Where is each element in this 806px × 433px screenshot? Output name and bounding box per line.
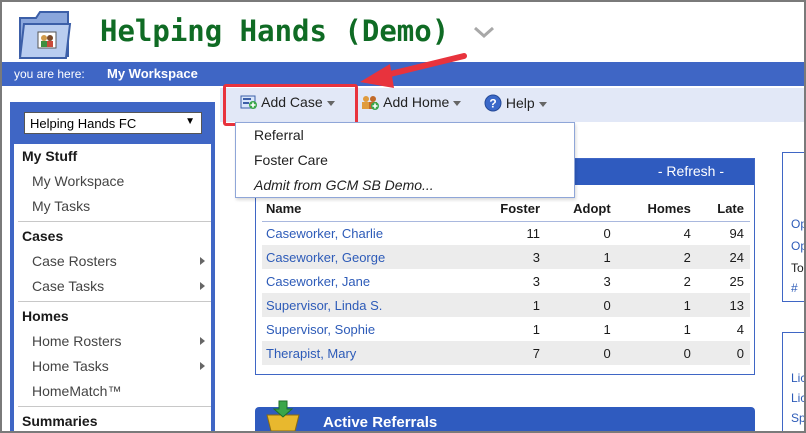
table-cell: 4 <box>736 321 744 337</box>
worker-link[interactable]: Caseworker, Charlie <box>262 221 472 245</box>
worker-link[interactable]: Caseworker, George <box>262 245 472 269</box>
table-row: Caseworker, George 3 1 2 24 <box>262 245 750 269</box>
submenu-arrow-icon <box>200 257 205 265</box>
refresh-link[interactable]: - Refresh - <box>658 163 724 179</box>
table-cell: 3 <box>532 273 541 289</box>
table-cell: 11 <box>526 225 541 241</box>
table-cell: 2 <box>683 273 691 289</box>
widget-link[interactable]: Op <box>791 217 804 231</box>
right-widget-top: Op Op To # <box>782 152 804 302</box>
organization-select[interactable]: Helping Hands FC ▼ <box>24 112 202 134</box>
caret-down-icon <box>538 101 547 107</box>
caseload-table: Name Foster Adopt Homes Late Caseworker,… <box>262 197 750 365</box>
table-cell: 1 <box>603 321 611 337</box>
sidebar-item-homematch[interactable]: HomeMatch™ <box>32 383 121 399</box>
table-cell: 13 <box>696 293 750 317</box>
sidebar-menu: My Stuff My Workspace My Tasks Cases Cas… <box>14 144 211 431</box>
widget-link[interactable]: # <box>791 281 798 295</box>
widget-link[interactable]: Sp <box>791 411 804 425</box>
widget-link[interactable]: Lic <box>791 391 804 405</box>
sidebar-item-home-tasks[interactable]: Home Tasks <box>32 358 109 374</box>
divider <box>18 301 211 302</box>
menu-item-admit-from-gcm[interactable]: Admit from GCM SB Demo... <box>254 177 434 193</box>
table-header-row: Name Foster Adopt Homes Late <box>262 197 750 222</box>
table-row: Supervisor, Sophie 1 1 1 4 <box>262 317 750 341</box>
submenu-arrow-icon <box>200 282 205 290</box>
table-cell: 4 <box>683 225 691 241</box>
section-cases: Cases <box>22 228 64 244</box>
table-cell: 25 <box>729 273 744 289</box>
table-cell: 0 <box>616 341 697 365</box>
table-row: Caseworker, Charlie 11 0 4 94 <box>262 221 750 245</box>
submenu-arrow-icon <box>200 337 205 345</box>
table-row: Caseworker, Jane 3 3 2 25 <box>262 269 750 293</box>
column-header[interactable]: Homes <box>616 197 697 222</box>
widget-link[interactable]: Op <box>791 239 804 253</box>
column-header[interactable]: Adopt <box>546 197 617 222</box>
divider <box>18 406 211 407</box>
sidebar-item-case-tasks[interactable]: Case Tasks <box>32 278 104 294</box>
chevron-down-icon[interactable] <box>472 24 496 40</box>
sidebar-item-home-rosters[interactable]: Home Rosters <box>32 333 121 349</box>
worker-link[interactable]: Therapist, Mary <box>262 341 472 365</box>
table-row: Supervisor, Linda S. 1 0 1 13 <box>262 293 750 317</box>
select-arrow-icon: ▼ <box>185 116 195 127</box>
folder-people-icon <box>18 11 72 59</box>
menu-item-referral[interactable]: Referral <box>254 127 304 143</box>
table-cell: 1 <box>532 321 541 337</box>
section-my-stuff: My Stuff <box>22 148 78 164</box>
table-cell: 1 <box>546 245 617 269</box>
table-cell: 7 <box>471 341 547 365</box>
sidebar: Helping Hands FC ▼ My Stuff My Workspace… <box>10 102 215 431</box>
table-cell: 0 <box>603 225 611 241</box>
help-button[interactable]: ? Help <box>484 94 547 116</box>
worker-link[interactable]: Caseworker, Jane <box>262 269 472 293</box>
section-homes: Homes <box>22 308 69 324</box>
inbox-download-icon <box>266 400 300 431</box>
divider <box>18 221 211 222</box>
table-cell: 3 <box>603 273 611 289</box>
widget-text: To <box>791 261 804 275</box>
table-cell: 0 <box>696 341 750 365</box>
sidebar-item-case-rosters[interactable]: Case Rosters <box>32 253 117 269</box>
worker-link[interactable]: Supervisor, Sophie <box>262 317 472 341</box>
active-referrals-title: Active Referrals <box>323 414 438 431</box>
table-cell: 1 <box>683 321 691 337</box>
table-cell: 0 <box>546 341 617 365</box>
active-referrals-panel: Active Referrals <box>255 400 755 431</box>
help-label: Help <box>505 95 535 111</box>
widget-link[interactable]: Lic <box>791 371 804 385</box>
organization-select-value: Helping Hands FC <box>30 116 137 131</box>
section-summaries: Summaries <box>22 413 98 429</box>
table-cell: 94 <box>729 225 744 241</box>
worker-link[interactable]: Supervisor, Linda S. <box>262 293 472 317</box>
sidebar-item-my-workspace[interactable]: My Workspace <box>32 173 124 189</box>
column-header[interactable]: Name <box>262 197 472 222</box>
submenu-arrow-icon <box>200 362 205 370</box>
sidebar-item-my-tasks[interactable]: My Tasks <box>32 198 90 214</box>
table-cell: 1 <box>471 293 547 317</box>
table-cell: 0 <box>546 293 617 317</box>
breadcrumb-label: you are here: <box>14 67 85 81</box>
table-cell: 24 <box>696 245 750 269</box>
column-header[interactable]: Foster <box>471 197 547 222</box>
add-case-menu: Referral Foster Care Admit from GCM SB D… <box>235 122 575 198</box>
right-widget-bottom: Lic Lic Sp <box>782 332 804 431</box>
table-cell: 2 <box>616 245 697 269</box>
column-header[interactable]: Late <box>696 197 750 222</box>
help-icon: ? <box>484 94 502 112</box>
breadcrumb-current[interactable]: My Workspace <box>107 66 198 81</box>
menu-item-foster-care[interactable]: Foster Care <box>254 152 328 168</box>
red-arrow-annotation <box>360 53 467 88</box>
svg-text:?: ? <box>489 97 496 111</box>
table-row: Therapist, Mary 7 0 0 0 <box>262 341 750 365</box>
table-cell: 1 <box>616 293 697 317</box>
add-case-highlight-box <box>223 84 358 126</box>
table-cell: 3 <box>471 245 547 269</box>
